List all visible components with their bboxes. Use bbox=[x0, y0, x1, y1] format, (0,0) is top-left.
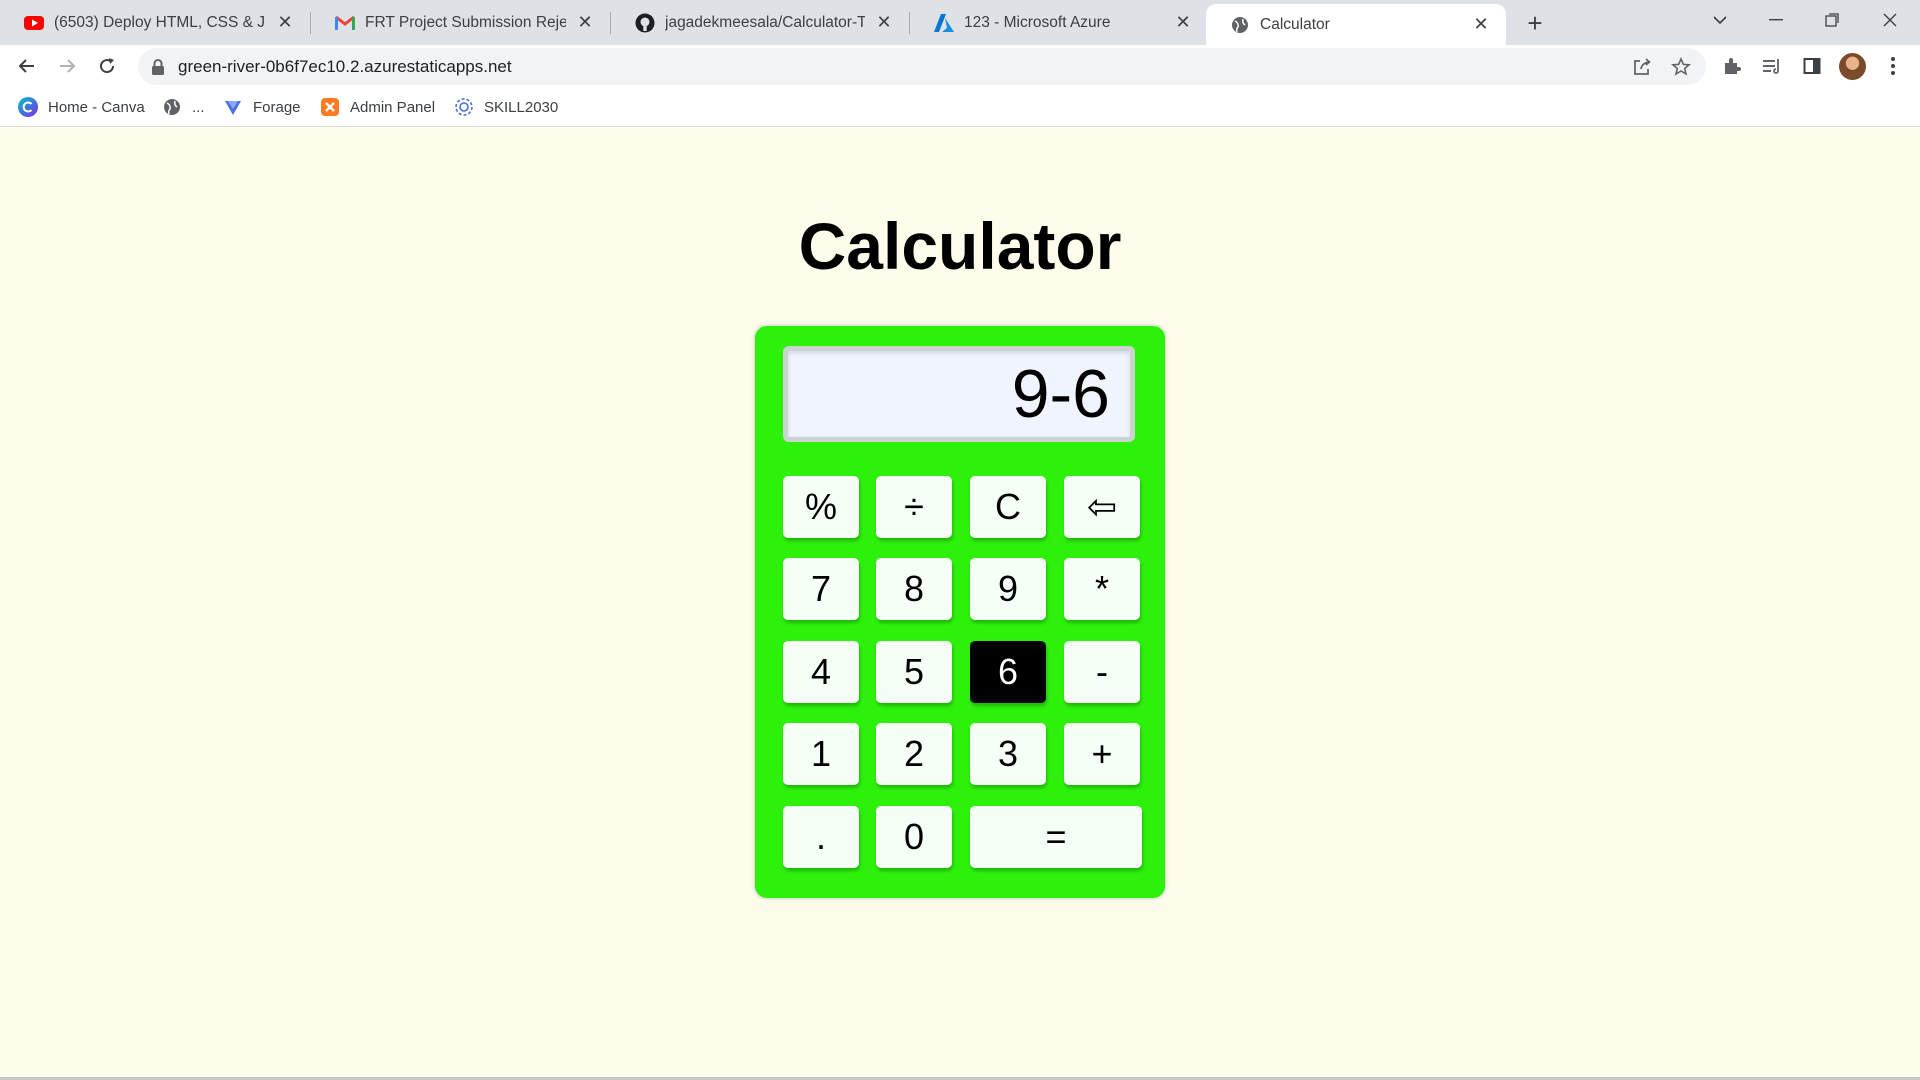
globe-icon bbox=[162, 97, 182, 117]
side-panel-icon[interactable] bbox=[1795, 49, 1829, 83]
tab-gmail[interactable]: FRT Project Submission Rejection ✕ bbox=[311, 0, 610, 45]
digit-6-button[interactable]: 6 bbox=[970, 641, 1046, 703]
bookmarks-bar: Home - Canva ... Forage Admin Panel SKIL… bbox=[0, 87, 1920, 127]
forward-arrow-icon bbox=[60, 59, 76, 73]
bookmark-label: Forage bbox=[253, 98, 301, 116]
close-window-icon[interactable] bbox=[1862, 0, 1918, 40]
tab-title: 123 - Microsoft Azure bbox=[964, 13, 1111, 31]
digit-0-button[interactable]: 0 bbox=[876, 806, 952, 868]
skill2030-icon bbox=[454, 97, 474, 117]
bookmark-label: SKILL2030 bbox=[484, 98, 559, 116]
digit-4-button[interactable]: 4 bbox=[783, 641, 859, 703]
reload-button[interactable] bbox=[90, 49, 124, 83]
tab-title: FRT Project Submission Rejection bbox=[365, 13, 566, 31]
calculator-display: 9-6 bbox=[783, 346, 1135, 442]
extensions-icon[interactable] bbox=[1715, 49, 1749, 83]
digit-8-button[interactable]: 8 bbox=[876, 558, 952, 620]
bookmark-label: ... bbox=[192, 98, 205, 116]
tab-calculator[interactable]: Calculator ✕ bbox=[1206, 4, 1506, 45]
youtube-icon bbox=[24, 13, 44, 33]
reload-icon bbox=[100, 58, 115, 74]
digit-3-button[interactable]: 3 bbox=[970, 723, 1046, 785]
profile-avatar[interactable] bbox=[1839, 53, 1866, 80]
calculator-body: 9-6 % ÷ C ⇦ 7 8 9 * 4 5 6 - 1 2 3 + . 0 … bbox=[755, 326, 1165, 898]
forward-button[interactable] bbox=[50, 49, 84, 83]
tab-github[interactable]: jagadekmeesala/Calculator-Tool: ✕ bbox=[611, 0, 909, 45]
tab-azure[interactable]: 123 - Microsoft Azure ✕ bbox=[910, 0, 1208, 45]
equals-button[interactable]: = bbox=[970, 806, 1142, 868]
bookmark-star-icon[interactable] bbox=[1668, 54, 1694, 80]
digit-5-button[interactable]: 5 bbox=[876, 641, 952, 703]
bookmark-home-canva[interactable]: Home - Canva bbox=[18, 95, 145, 119]
globe-icon bbox=[1230, 15, 1250, 35]
tab-youtube[interactable]: (6503) Deploy HTML, CSS & JS W ✕ bbox=[0, 0, 310, 45]
github-icon bbox=[635, 13, 655, 33]
forage-icon bbox=[223, 97, 243, 117]
bookmark-label: Admin Panel bbox=[350, 98, 436, 116]
bookmark-admin-panel[interactable]: Admin Panel bbox=[320, 95, 435, 119]
plus-button[interactable]: + bbox=[1064, 723, 1140, 785]
address-bar[interactable]: green-river-0b6f7ec10.2.azurestaticapps.… bbox=[138, 48, 1706, 85]
percent-button[interactable]: % bbox=[783, 476, 859, 538]
close-tab-icon[interactable]: ✕ bbox=[873, 12, 895, 34]
lock-icon[interactable] bbox=[150, 58, 166, 76]
browser-tab-strip: (6503) Deploy HTML, CSS & JS W ✕ FRT Pro… bbox=[0, 0, 1920, 45]
close-tab-icon[interactable]: ✕ bbox=[1172, 12, 1194, 34]
canva-icon bbox=[18, 97, 38, 117]
decimal-point-button[interactable]: . bbox=[783, 806, 859, 868]
tab-title: Calculator bbox=[1260, 15, 1330, 33]
digit-2-button[interactable]: 2 bbox=[876, 723, 952, 785]
digit-9-button[interactable]: 9 bbox=[970, 558, 1046, 620]
back-arrow-icon bbox=[18, 59, 34, 73]
close-tab-icon[interactable]: ✕ bbox=[274, 12, 296, 34]
bookmark-untitled[interactable]: ... bbox=[162, 95, 205, 119]
tab-title: (6503) Deploy HTML, CSS & JS W bbox=[54, 13, 266, 31]
tab-search-icon[interactable] bbox=[1692, 0, 1748, 40]
bookmark-forage[interactable]: Forage bbox=[223, 95, 301, 119]
digit-7-button[interactable]: 7 bbox=[783, 558, 859, 620]
back-button[interactable] bbox=[10, 49, 44, 83]
gmail-icon bbox=[335, 13, 355, 33]
page-title: Calculator bbox=[798, 209, 1122, 283]
digit-1-button[interactable]: 1 bbox=[783, 723, 859, 785]
xampp-icon bbox=[320, 97, 340, 117]
clear-button[interactable]: C bbox=[970, 476, 1046, 538]
bookmark-label: Home - Canva bbox=[48, 98, 145, 116]
more-menu-icon[interactable] bbox=[1876, 49, 1910, 83]
reading-list-icon[interactable] bbox=[1755, 49, 1789, 83]
share-icon[interactable] bbox=[1629, 54, 1655, 80]
close-tab-icon[interactable]: ✕ bbox=[574, 12, 596, 34]
bookmark-skill2030[interactable]: SKILL2030 bbox=[454, 95, 558, 119]
close-tab-icon[interactable]: ✕ bbox=[1470, 14, 1492, 36]
url-text[interactable]: green-river-0b6f7ec10.2.azurestaticapps.… bbox=[178, 57, 512, 77]
tab-title: jagadekmeesala/Calculator-Tool: bbox=[665, 13, 865, 31]
browser-toolbar: green-river-0b6f7ec10.2.azurestaticapps.… bbox=[0, 45, 1920, 87]
azure-icon bbox=[934, 13, 954, 33]
minimize-icon[interactable] bbox=[1748, 0, 1804, 40]
backspace-button[interactable]: ⇦ bbox=[1064, 476, 1140, 538]
restore-icon[interactable] bbox=[1804, 0, 1860, 40]
minus-button[interactable]: - bbox=[1064, 641, 1140, 703]
divide-button[interactable]: ÷ bbox=[876, 476, 952, 538]
new-tab-button[interactable]: + bbox=[1518, 6, 1552, 40]
multiply-button[interactable]: * bbox=[1064, 558, 1140, 620]
